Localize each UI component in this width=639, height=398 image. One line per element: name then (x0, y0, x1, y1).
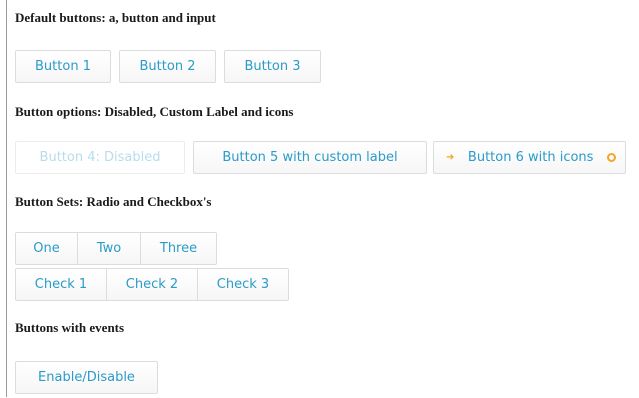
heading-buttons-with-events: Buttons with events (15, 320, 125, 335)
circle-icon (607, 153, 616, 162)
radio-one[interactable]: One (15, 232, 78, 265)
button-4-disabled: Button 4: Disabled (15, 141, 185, 174)
radio-two[interactable]: Two (77, 232, 141, 265)
button-1[interactable]: Button 1 (15, 50, 111, 83)
checkbox-check-1[interactable]: Check 1 (15, 268, 107, 301)
button-5-custom-label[interactable]: Button 5 with custom label (193, 141, 427, 174)
button-6-label: Button 6 with icons (467, 150, 594, 165)
heading-button-sets: Button Sets: Radio and Checkbox's (15, 194, 212, 209)
radio-three[interactable]: Three (140, 232, 217, 265)
button-6-with-icons[interactable]: ➜ Button 6 with icons (433, 141, 626, 174)
button-2[interactable]: Button 2 (119, 50, 216, 83)
heading-button-options: Button options: Disabled, Custom Label a… (15, 104, 294, 119)
enable-disable-button[interactable]: Enable/Disable (15, 361, 158, 394)
checkbox-check-3[interactable]: Check 3 (197, 268, 289, 301)
button-3[interactable]: Button 3 (224, 50, 321, 83)
checkbox-check-2[interactable]: Check 2 (106, 268, 198, 301)
arrow-right-icon: ➜ (446, 151, 455, 163)
heading-default-buttons: Default buttons: a, button and input (15, 10, 216, 25)
